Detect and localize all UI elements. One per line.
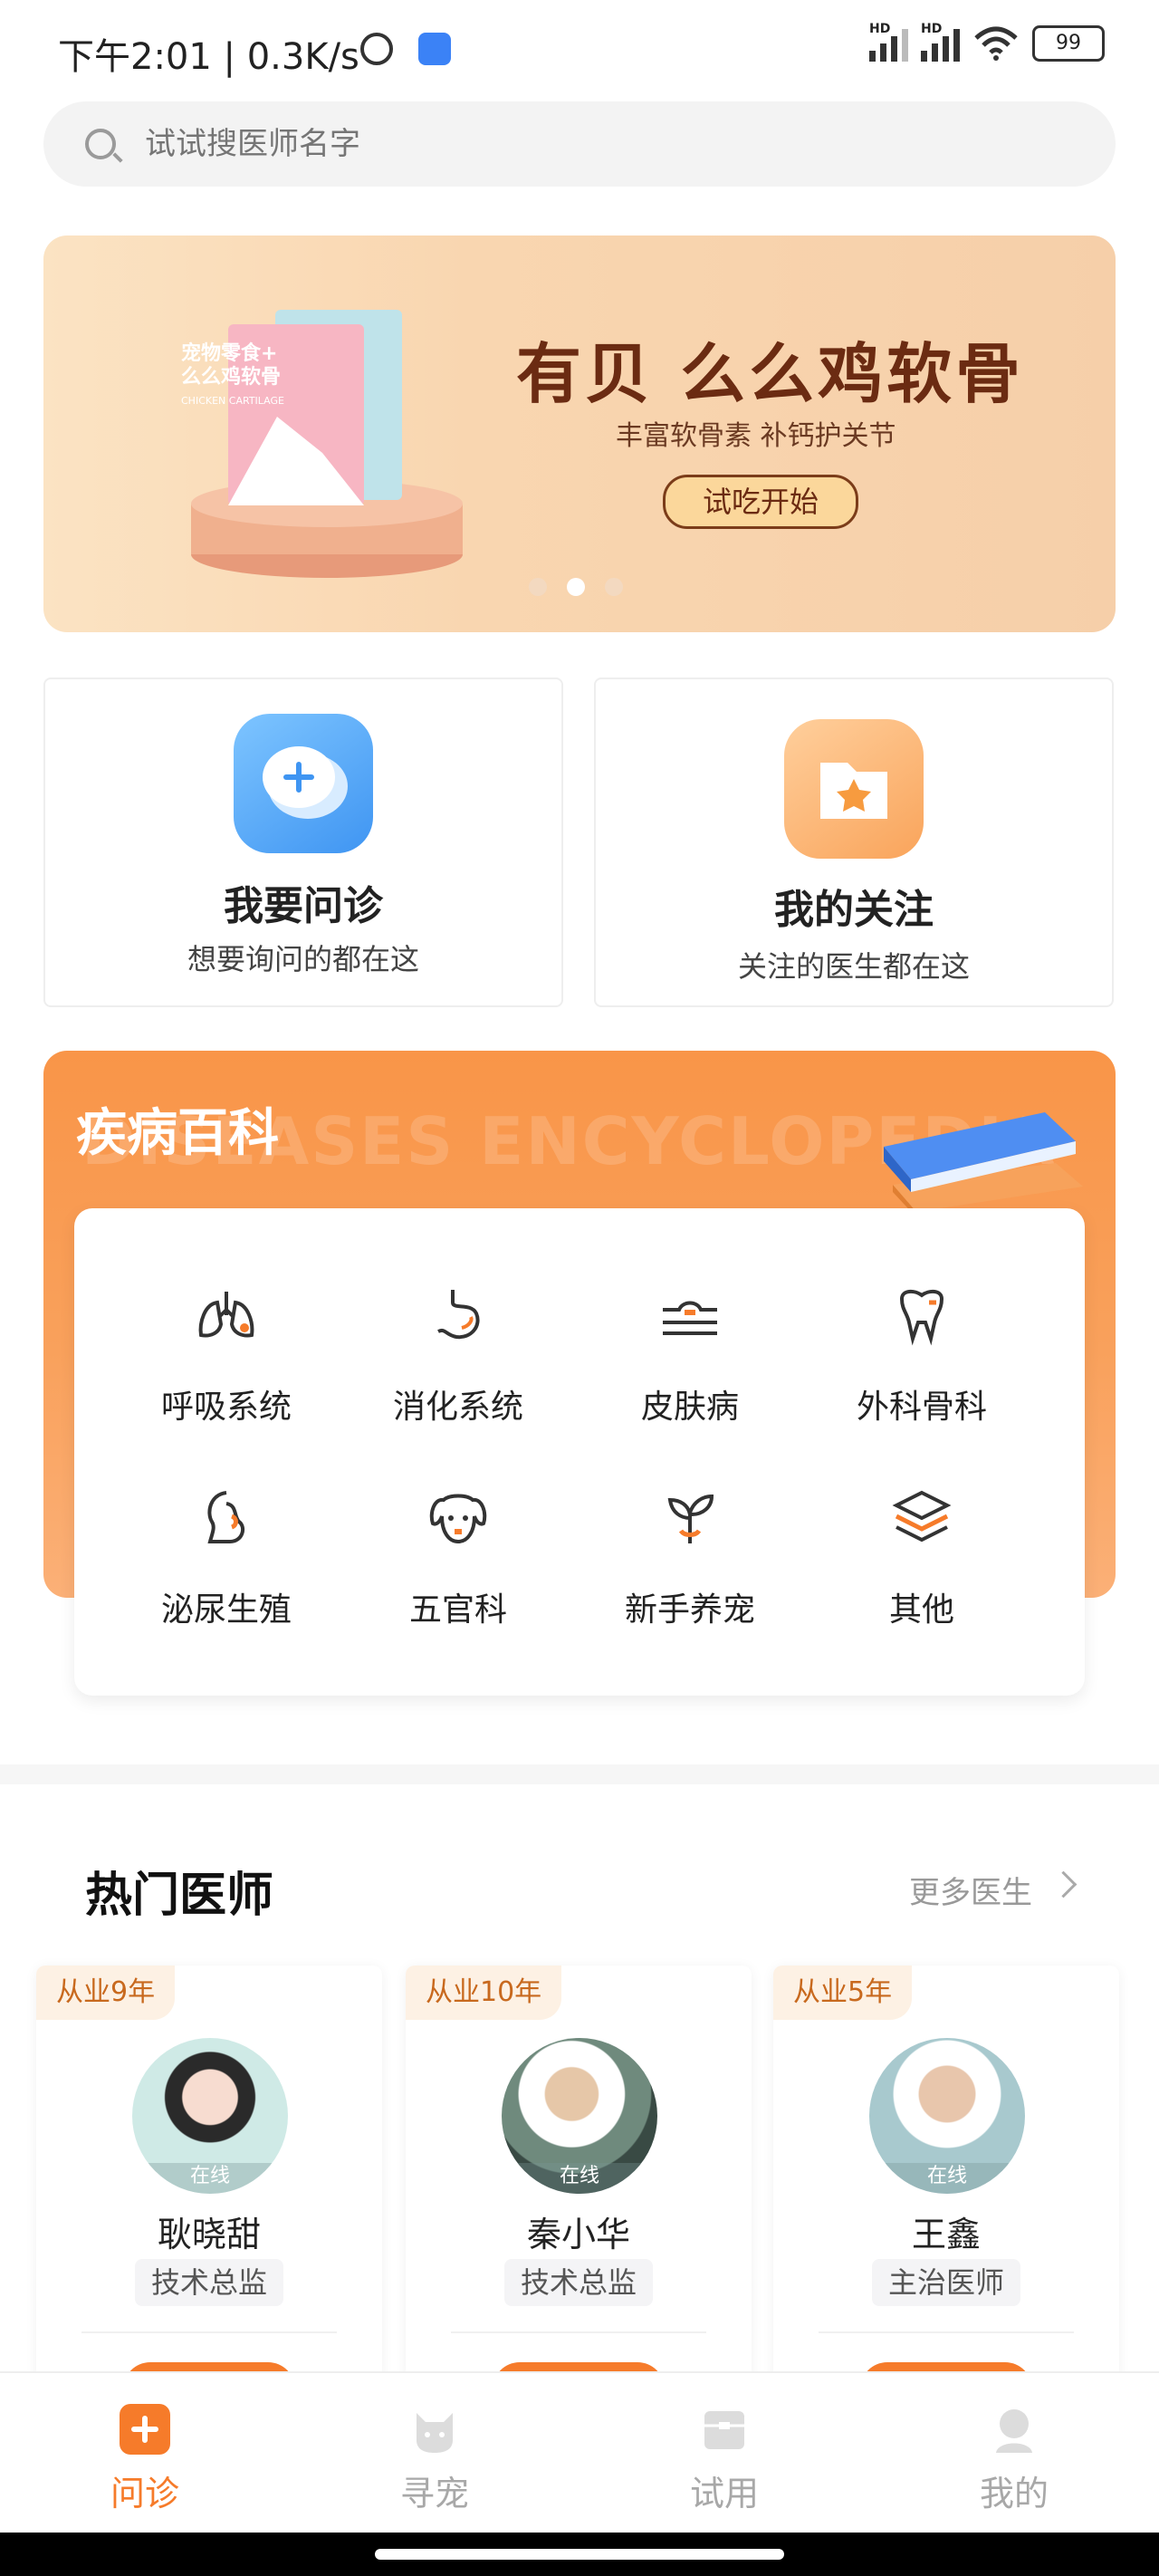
dog-face-icon bbox=[429, 1494, 487, 1544]
package-sublabel: CHICKEN CARTILAGE bbox=[181, 395, 284, 407]
encyclopedia-title: 疾病百科 bbox=[76, 1104, 279, 1163]
stomach-icon bbox=[437, 1290, 480, 1340]
category-skin[interactable]: 皮肤病 bbox=[574, 1255, 806, 1449]
category-label: 皮肤病 bbox=[640, 1389, 739, 1426]
doctor-name: 耿晓甜 bbox=[157, 2215, 261, 2254]
more-doctors-link[interactable]: 更多医生 bbox=[909, 1868, 1032, 1912]
experience-badge: 从业5年 bbox=[773, 1966, 913, 2020]
category-label: 呼吸系统 bbox=[160, 1389, 292, 1426]
category-label: 消化系统 bbox=[392, 1389, 523, 1426]
following-title: 我的关注 bbox=[774, 887, 934, 933]
doctor-card[interactable]: 从业5年 在线 王鑫 主治医师 bbox=[773, 1966, 1119, 2382]
doctor-avatar: 在线 bbox=[869, 2038, 1025, 2194]
package-label: 宠物零食+ 么么鸡软骨 bbox=[181, 342, 282, 389]
search-bar[interactable] bbox=[43, 101, 1116, 187]
encyclopedia-categories: 呼吸系统 消化系统 皮肤病 外科骨科 泌尿生殖 五官科 新手养宠 其他 bbox=[74, 1208, 1085, 1696]
online-label: 在线 bbox=[132, 2163, 288, 2194]
alarm-icon bbox=[360, 33, 393, 65]
skin-icon bbox=[663, 1301, 717, 1335]
category-digestive[interactable]: 消化系统 bbox=[342, 1255, 574, 1449]
chevron-right-icon[interactable] bbox=[1049, 1870, 1078, 1898]
banner-title: 有贝 么么鸡软骨 bbox=[516, 336, 1025, 412]
doctor-avatar: 在线 bbox=[132, 2038, 288, 2194]
cat-icon bbox=[409, 2404, 460, 2455]
hot-doctors-title: 热门医师 bbox=[85, 1869, 274, 1923]
banner-subtitle: 丰富软骨素 补钙护关节 bbox=[616, 420, 896, 452]
doctor-card[interactable]: 从业9年 在线 耿晓甜 技术总监 bbox=[36, 1966, 382, 2382]
product-package-image bbox=[191, 310, 463, 578]
following-card[interactable]: 我的关注 关注的医生都在这 bbox=[594, 678, 1114, 1007]
category-ent[interactable]: 五官科 bbox=[342, 1458, 574, 1652]
divider bbox=[451, 2331, 706, 2333]
online-label: 在线 bbox=[869, 2163, 1025, 2194]
profile-icon bbox=[989, 2404, 1039, 2455]
battery-icon: 99 bbox=[1032, 25, 1105, 62]
divider bbox=[819, 2331, 1074, 2333]
category-label: 外科骨科 bbox=[856, 1389, 987, 1426]
experience-badge: 从业9年 bbox=[36, 1966, 176, 2020]
carousel-dot-active[interactable] bbox=[567, 578, 585, 596]
carousel-dot[interactable] bbox=[605, 578, 623, 596]
tab-label: 试用 bbox=[689, 2474, 759, 2514]
doctor-role: 技术总监 bbox=[134, 2259, 284, 2306]
layers-icon bbox=[892, 1490, 952, 1543]
category-label: 其他 bbox=[888, 1591, 954, 1629]
tab-label: 寻宠 bbox=[399, 2474, 469, 2514]
category-surgery[interactable]: 外科骨科 bbox=[806, 1255, 1038, 1449]
signal-icon: HD bbox=[921, 22, 960, 62]
tab-label: 我的 bbox=[979, 2474, 1049, 2514]
consult-subtitle: 想要询问的都在这 bbox=[187, 942, 419, 976]
chat-plus-icon bbox=[234, 714, 373, 853]
consult-icon bbox=[120, 2404, 170, 2455]
category-urogenital[interactable]: 泌尿生殖 bbox=[110, 1458, 342, 1652]
category-new-pet-owner[interactable]: 新手养宠 bbox=[574, 1458, 806, 1652]
wifi-icon bbox=[974, 26, 1018, 61]
lungs-icon bbox=[198, 1292, 254, 1338]
search-icon bbox=[85, 129, 116, 159]
banner-try-button[interactable]: 试吃开始 bbox=[663, 475, 858, 529]
consult-title: 我要问诊 bbox=[224, 883, 383, 929]
category-label: 泌尿生殖 bbox=[160, 1591, 292, 1629]
category-label: 新手养宠 bbox=[624, 1591, 755, 1629]
doctor-name: 秦小华 bbox=[526, 2215, 630, 2254]
star-folder-icon bbox=[784, 719, 924, 859]
following-subtitle: 关注的医生都在这 bbox=[737, 949, 970, 984]
doctor-card[interactable]: 从业10年 在线 秦小华 技术总监 bbox=[406, 1966, 752, 2382]
app-notification-icon bbox=[418, 33, 451, 65]
tooth-bone-icon bbox=[899, 1289, 944, 1346]
online-label: 在线 bbox=[502, 2163, 657, 2194]
urinary-icon bbox=[207, 1491, 245, 1543]
signal-icon: HD bbox=[869, 22, 908, 62]
category-label: 五官科 bbox=[408, 1591, 507, 1629]
divider bbox=[81, 2331, 337, 2333]
consult-card[interactable]: 我要问诊 想要询问的都在这 bbox=[43, 678, 563, 1007]
status-icons: HD HD 99 bbox=[869, 22, 1105, 62]
home-indicator[interactable] bbox=[375, 2549, 784, 2560]
section-divider bbox=[0, 1764, 1159, 1784]
status-time: 下午2:01 | 0.3K/s bbox=[58, 36, 359, 78]
doctor-role: 技术总监 bbox=[503, 2259, 654, 2306]
doctor-name: 王鑫 bbox=[911, 2215, 981, 2254]
sprout-icon bbox=[667, 1494, 714, 1543]
experience-badge: 从业10年 bbox=[406, 1966, 562, 2020]
promo-banner[interactable]: 宠物零食+ 么么鸡软骨 CHICKEN CARTILAGE 有贝 么么鸡软骨 丰… bbox=[43, 235, 1116, 632]
carousel-dot[interactable] bbox=[529, 578, 547, 596]
book-icon bbox=[884, 1112, 1083, 1217]
doctor-role: 主治医师 bbox=[871, 2259, 1021, 2306]
category-respiratory[interactable]: 呼吸系统 bbox=[110, 1255, 342, 1449]
doctor-avatar: 在线 bbox=[502, 2038, 657, 2194]
category-other[interactable]: 其他 bbox=[806, 1458, 1038, 1652]
trial-box-icon bbox=[699, 2404, 750, 2455]
tab-label: 问诊 bbox=[110, 2474, 179, 2514]
search-input[interactable] bbox=[143, 125, 962, 163]
